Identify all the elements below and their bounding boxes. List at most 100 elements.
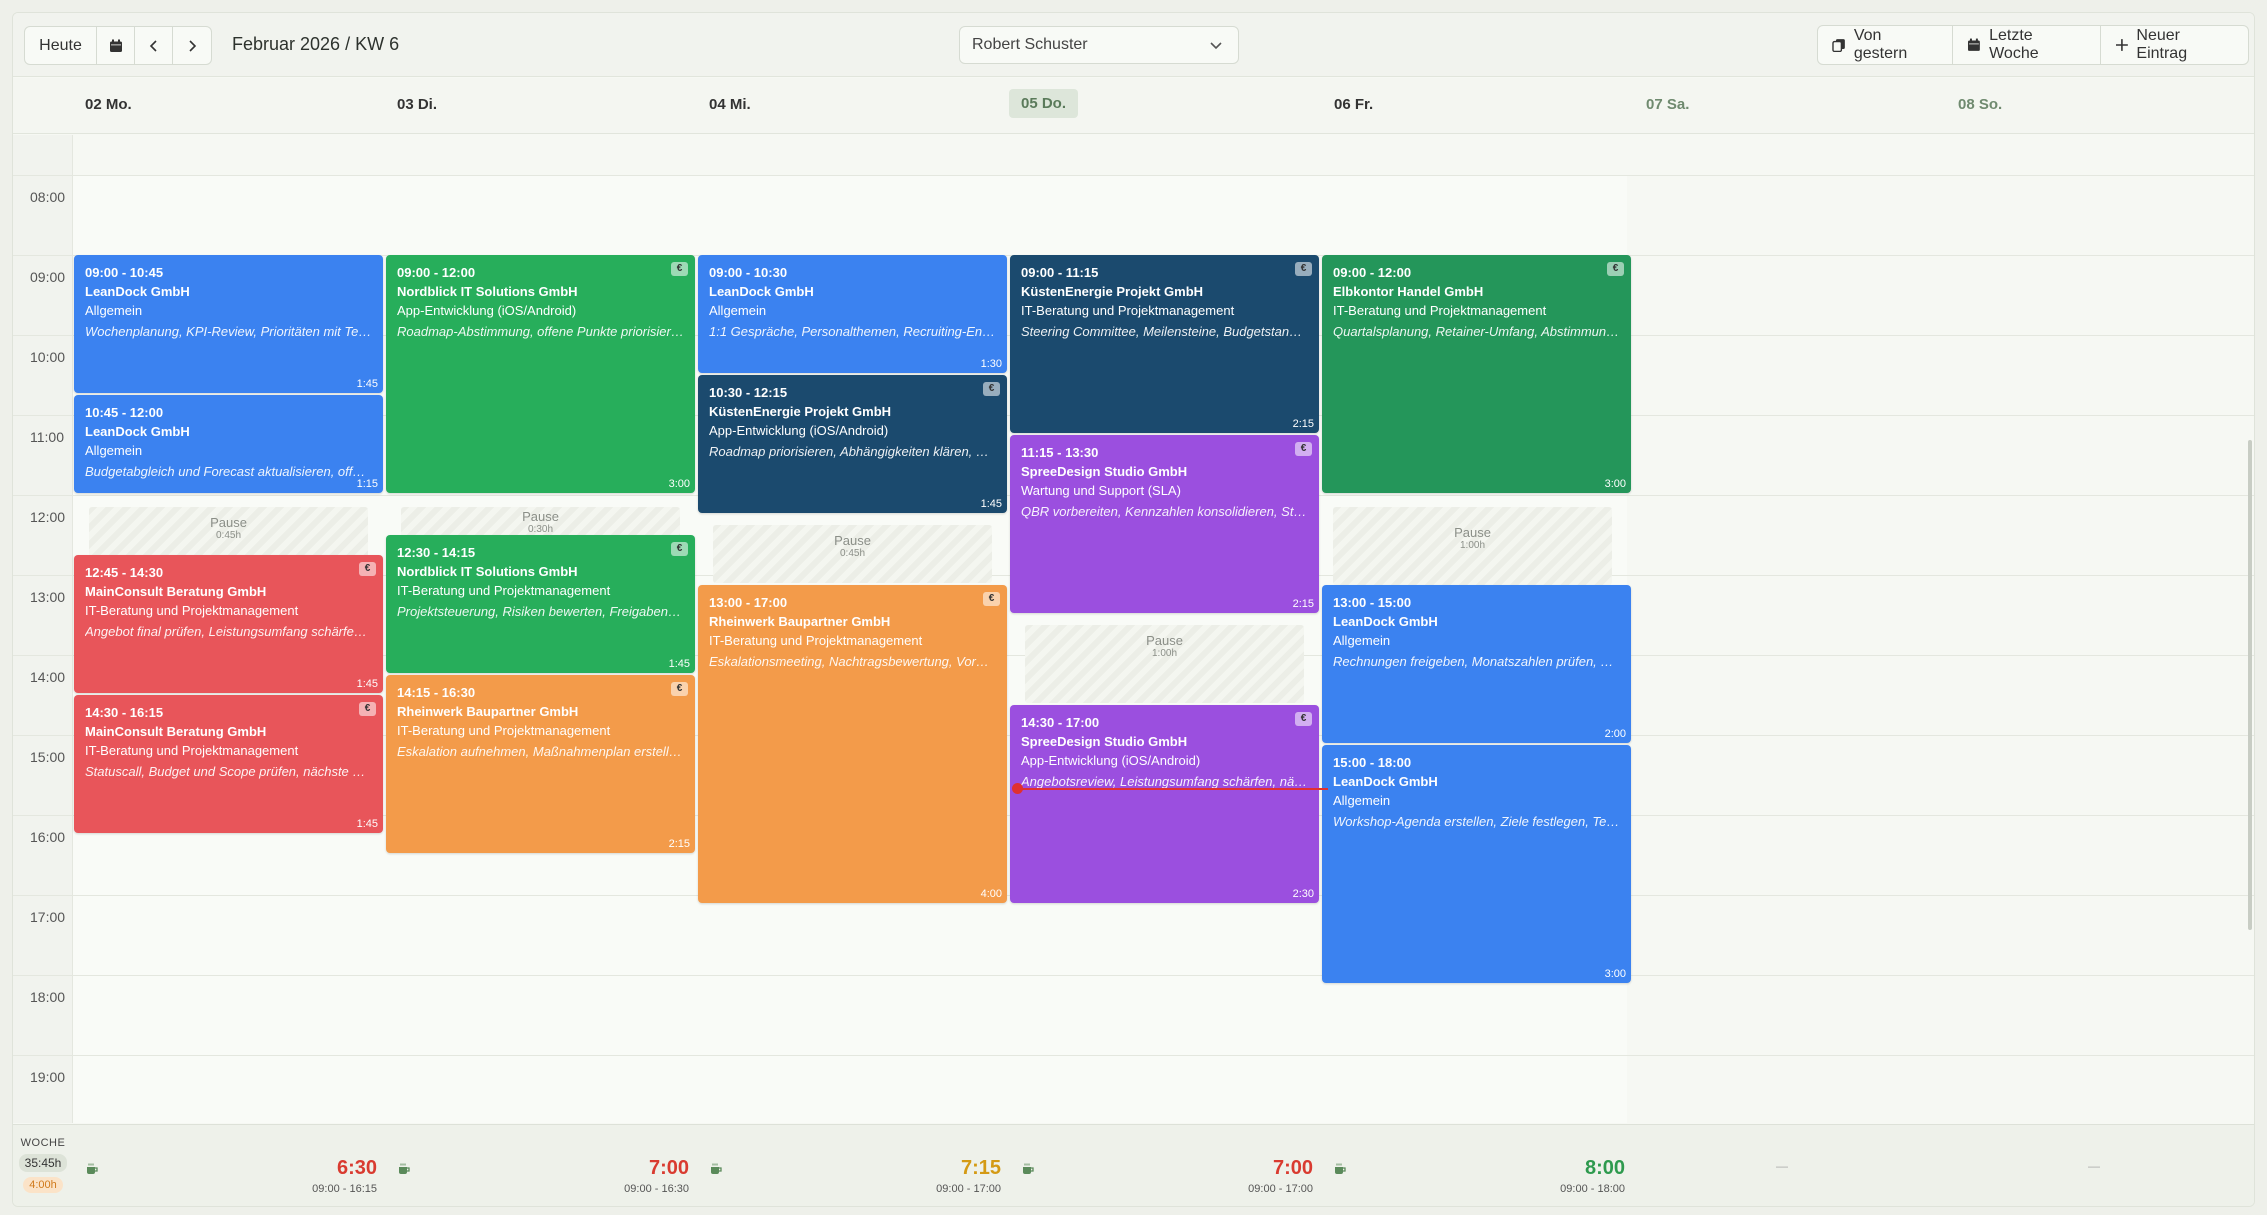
entry-project: IT-Beratung und Projektmanagement <box>85 743 299 758</box>
day-header-fri[interactable]: 06 Fr. <box>1334 96 1373 113</box>
hour-label: 19:00 <box>30 1069 66 1085</box>
calendar-icon <box>1968 38 1981 51</box>
entry-time: 12:30 - 14:15 <box>397 545 476 560</box>
time-entry-card[interactable]: 09:00 - 10:30 LeanDock GmbH Allgemein 1:… <box>698 255 1007 373</box>
entry-duration: 3:00 <box>1604 478 1626 490</box>
day-header-sat[interactable]: 07 Sa. <box>1646 96 1689 113</box>
entry-client: LeanDock GmbH <box>709 284 814 299</box>
entry-duration: 1:45 <box>356 678 378 690</box>
calendar-app: Heute Februar 2026 / KW 6 Robert Schuste… <box>12 12 2255 1207</box>
time-entry-card[interactable]: 10:30 - 12:15 KüstenEnergie Projekt GmbH… <box>698 375 1007 513</box>
entry-client: Elbkontor Handel GmbH <box>1333 284 1484 299</box>
time-entry-card[interactable]: 09:00 - 10:45 LeanDock GmbH Allgemein Wo… <box>74 255 383 393</box>
entry-time: 14:30 - 17:00 <box>1021 715 1100 730</box>
billable-icon: € <box>359 702 376 716</box>
entry-description: Roadmap priorisieren, Abhängigkeiten klä… <box>709 444 996 459</box>
copy-from-yesterday-button[interactable]: Von gestern <box>1818 26 1954 64</box>
day-total: 7:00 <box>1272 1157 1313 1179</box>
entry-client: MainConsult Beratung GmbH <box>85 584 267 599</box>
week-summary: WOCHE 35:45h 4:00h <box>17 1137 69 1193</box>
entry-duration: 2:15 <box>668 838 690 850</box>
entry-description: QBR vorbereiten, Kennzahlen konsolidiere… <box>1021 504 1308 519</box>
entry-time: 11:15 - 13:30 <box>1021 445 1099 460</box>
day-header-mon[interactable]: 02 Mo. <box>85 96 132 113</box>
hour-label: 14:00 <box>30 669 66 685</box>
day-header-wed[interactable]: 04 Mi. <box>709 96 751 113</box>
entry-project: App-Entwicklung (iOS/Android) <box>397 303 577 318</box>
entry-duration: 1:15 <box>356 478 378 490</box>
copy-last-week-button[interactable]: Letzte Woche <box>1953 26 2101 64</box>
entry-description: Quartalsplanung, Retainer-Umfang, Abstim… <box>1333 324 1620 339</box>
day-range: 09:00 - 16:15 <box>312 1183 377 1195</box>
time-entry-card[interactable]: 14:30 - 16:15 MainConsult Beratung GmbH … <box>74 695 383 833</box>
time-entry-card[interactable]: 09:00 - 11:15 KüstenEnergie Projekt GmbH… <box>1010 255 1319 433</box>
toolbar: Heute Februar 2026 / KW 6 Robert Schuste… <box>13 13 2254 77</box>
day-range: 09:00 - 16:30 <box>624 1183 689 1195</box>
time-entry-card[interactable]: 15:00 - 18:00 LeanDock GmbH Allgemein Wo… <box>1322 745 1631 983</box>
entry-client: Nordblick IT Solutions GmbH <box>397 564 578 579</box>
entry-time: 14:15 - 16:30 <box>397 685 476 700</box>
entry-duration: 1:30 <box>980 358 1002 370</box>
pause-label: Pause <box>834 533 871 548</box>
entry-client: LeanDock GmbH <box>1333 774 1438 789</box>
week-total-badge: 35:45h <box>18 1154 68 1172</box>
entry-project: IT-Beratung und Projektmanagement <box>85 603 299 618</box>
day-summary-tue: 7:00 09:00 - 16:30 <box>385 1125 697 1206</box>
entry-description: Eskalationsmeeting, Nachtragsbewertung, … <box>709 654 996 669</box>
day-summary-fri: 8:00 09:00 - 18:00 <box>1321 1125 1633 1206</box>
coffee-cup-icon <box>399 1163 410 1174</box>
user-select-value: Robert Schuster <box>972 36 1088 53</box>
day-header-thu-today[interactable]: 05 Do. <box>1009 89 1079 118</box>
pause-block[interactable]: Pause 0:45h <box>713 525 992 583</box>
previous-week-button[interactable] <box>135 27 173 64</box>
empty-day-placeholder: — <box>2088 1159 2100 1173</box>
empty-day-placeholder: — <box>1776 1159 1788 1173</box>
time-entry-card[interactable]: 11:15 - 13:30 SpreeDesign Studio GmbH Wa… <box>1010 435 1319 613</box>
day-header-tue[interactable]: 03 Di. <box>397 96 437 113</box>
hour-label: 11:00 <box>30 429 64 445</box>
entry-time: 14:30 - 16:15 <box>85 705 164 720</box>
entry-duration: 2:15 <box>1292 418 1314 430</box>
calendar-icon <box>109 39 122 52</box>
entry-project: App-Entwicklung (iOS/Android) <box>709 423 889 438</box>
pause-duration: 1:00h <box>1151 648 1178 659</box>
entry-client: Rheinwerk Baupartner GmbH <box>709 614 891 629</box>
time-entry-card[interactable]: 10:45 - 12:00 LeanDock GmbH Allgemein Bu… <box>74 395 383 493</box>
next-week-button[interactable] <box>173 27 211 64</box>
time-entry-card[interactable]: 09:00 - 12:00 Nordblick IT Solutions Gmb… <box>386 255 695 493</box>
entry-duration: 1:45 <box>356 818 378 830</box>
day-header-sun[interactable]: 08 So. <box>1958 96 2002 113</box>
navigation-group: Heute <box>24 26 212 65</box>
plus-icon <box>2115 39 2128 51</box>
pause-block[interactable]: Pause 1:00h <box>1025 625 1304 703</box>
new-entry-button[interactable]: Neuer Eintrag <box>2101 26 2248 64</box>
entry-project: IT-Beratung und Projektmanagement <box>397 583 611 598</box>
pause-block[interactable]: Pause 1:00h <box>1333 507 1612 585</box>
entry-duration: 1:45 <box>356 378 378 390</box>
entry-project: IT-Beratung und Projektmanagement <box>397 723 611 738</box>
day-summary-sat: — <box>1633 1125 1945 1206</box>
pause-label: Pause <box>1146 633 1183 648</box>
time-entry-card[interactable]: 13:00 - 17:00 Rheinwerk Baupartner GmbH … <box>698 585 1007 903</box>
today-button[interactable]: Heute <box>25 27 97 64</box>
hour-line <box>13 975 2254 976</box>
chevron-down-icon <box>1210 42 1222 50</box>
vertical-scrollbar[interactable] <box>2248 440 2252 930</box>
time-entry-card[interactable]: 09:00 - 12:00 Elbkontor Handel GmbH IT-B… <box>1322 255 1631 493</box>
hour-line <box>13 1055 2254 1056</box>
entry-duration: 2:15 <box>1292 598 1314 610</box>
time-entry-card[interactable]: 12:45 - 14:30 MainConsult Beratung GmbH … <box>74 555 383 693</box>
calendar-picker-button[interactable] <box>97 27 135 64</box>
pause-label: Pause <box>210 515 247 530</box>
hour-label: 10:00 <box>30 349 66 365</box>
time-entry-card[interactable]: 14:30 - 17:00 SpreeDesign Studio GmbH Ap… <box>1010 705 1319 903</box>
entry-duration: 3:00 <box>668 478 690 490</box>
time-entry-card[interactable]: 13:00 - 15:00 LeanDock GmbH Allgemein Re… <box>1322 585 1631 743</box>
entry-client: KüstenEnergie Projekt GmbH <box>709 404 892 419</box>
entry-client: Rheinwerk Baupartner GmbH <box>397 704 579 719</box>
time-entry-card[interactable]: 14:15 - 16:30 Rheinwerk Baupartner GmbH … <box>386 675 695 853</box>
user-select[interactable]: Robert Schuster <box>959 26 1239 64</box>
time-grid[interactable]: 08:00 09:00 10:00 11:00 12:00 13:00 14:0… <box>13 135 2254 1123</box>
time-entry-card[interactable]: 12:30 - 14:15 Nordblick IT Solutions Gmb… <box>386 535 695 673</box>
entry-time: 15:00 - 18:00 <box>1333 755 1412 770</box>
